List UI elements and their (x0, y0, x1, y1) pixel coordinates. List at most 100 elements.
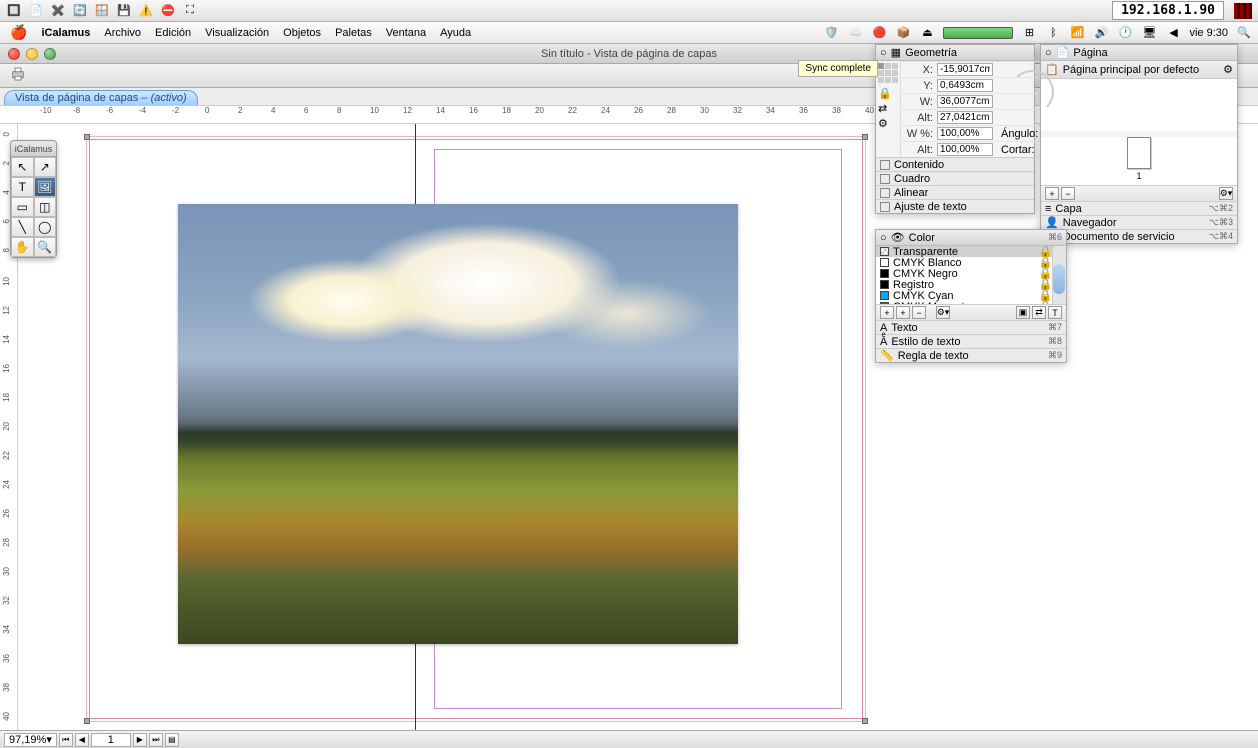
hand-tool[interactable]: ✋ (11, 237, 34, 257)
close-button[interactable] (8, 48, 20, 60)
ellipse-tool[interactable]: ◯ (34, 217, 57, 237)
w-input[interactable] (937, 95, 993, 108)
ajuste-toggle[interactable] (880, 202, 890, 212)
app-menu[interactable]: iCalamus (41, 27, 90, 39)
prev-page-button[interactable]: ◀ (75, 733, 89, 747)
spaces-icon[interactable]: ⊞ (1021, 26, 1037, 40)
first-page-button[interactable]: ⏮ (59, 733, 73, 747)
add-color-button[interactable]: + (880, 306, 894, 319)
estilo-label[interactable]: Estilo de texto (891, 336, 960, 348)
page-thumb[interactable] (1127, 137, 1151, 169)
texto-label[interactable]: Texto (891, 322, 917, 334)
cuadro-label[interactable]: Cuadro (894, 173, 930, 185)
color-row[interactable]: Registro🔒◆ (876, 279, 1066, 290)
spotlight-icon[interactable]: 🔍 (1236, 26, 1252, 40)
panel-collapse-icon[interactable]: ○ (880, 47, 887, 59)
remove-page-button[interactable]: − (1061, 187, 1075, 200)
stop-icon[interactable]: ⛔ (160, 3, 176, 19)
master-page-area[interactable] (1041, 79, 1237, 131)
new-doc-icon[interactable]: 📄 (28, 3, 44, 19)
direct-select-tool[interactable]: ↗ (34, 157, 57, 177)
anchor-grid[interactable] (878, 63, 898, 83)
settings-icon[interactable]: ✖️ (50, 3, 66, 19)
rectangle-tool[interactable]: ▭ (11, 197, 34, 217)
wifi-icon[interactable]: 📶 (1069, 26, 1085, 40)
regla-label[interactable]: Regla de texto (898, 350, 969, 362)
zoom-tool[interactable]: 🔍 (34, 237, 57, 257)
panel-gear-icon[interactable]: ⚙ (1223, 63, 1233, 76)
apple-menu[interactable]: 🍎 (10, 24, 27, 41)
windows-icon[interactable]: 🪟 (94, 3, 110, 19)
h-input[interactable] (937, 111, 993, 124)
handle-ne[interactable] (862, 134, 868, 140)
record-icon[interactable]: 🔴 (871, 26, 887, 40)
warning-icon[interactable]: ⚠️ (138, 3, 154, 19)
add2-color-button[interactable]: + (896, 306, 910, 319)
panel-collapse-icon[interactable]: ○ (880, 232, 887, 244)
y-input[interactable] (937, 79, 993, 92)
ajuste-label[interactable]: Ajuste de texto (894, 201, 967, 213)
battery-icon[interactable] (943, 27, 1013, 39)
cuadro-toggle[interactable] (880, 174, 890, 184)
zoom-button[interactable] (44, 48, 56, 60)
gear-icon[interactable]: ⚙ (878, 117, 898, 130)
hpct-input[interactable] (937, 143, 993, 156)
x-input[interactable] (937, 63, 993, 76)
clock[interactable]: vie 9:30 (1189, 27, 1228, 39)
wpct-input[interactable] (937, 127, 993, 140)
capa-label[interactable]: Capa (1055, 203, 1081, 215)
menu-ayuda[interactable]: Ayuda (440, 27, 471, 39)
bluetooth-icon[interactable]: ᛒ (1045, 26, 1061, 40)
dropbox-icon[interactable]: 📦 (895, 26, 911, 40)
rotation-dial[interactable] (1010, 70, 1054, 114)
image-tool[interactable]: 🖼 (34, 177, 57, 197)
page-gear-button[interactable]: ⚙▾ (1219, 187, 1233, 200)
color-row[interactable]: CMYK Cyan🔒◆ (876, 290, 1066, 301)
recording-icon[interactable] (1234, 3, 1252, 19)
next-page-button[interactable]: ▶ (133, 733, 147, 747)
zoom-dropdown[interactable]: 97,19% ▾ (4, 733, 57, 747)
eject-icon[interactable]: ⏏ (919, 26, 935, 40)
menu-objetos[interactable]: Objetos (283, 27, 321, 39)
fill-stroke-toggle[interactable]: ▣ (1016, 306, 1030, 319)
remove-color-button[interactable]: − (912, 306, 926, 319)
flip-icon[interactable]: ⇄ (878, 102, 898, 115)
timemachine-icon[interactable]: 🕐 (1117, 26, 1133, 40)
disk-icon[interactable]: 💾 (116, 3, 132, 19)
line-tool[interactable]: ╲ (11, 217, 34, 237)
handle-nw[interactable] (84, 134, 90, 140)
text-tool[interactable]: T (11, 177, 34, 197)
text-color-button[interactable]: T (1048, 306, 1062, 319)
alinear-toggle[interactable] (880, 188, 890, 198)
panel-collapse-icon[interactable]: ○ (1045, 47, 1052, 59)
tab-layers-view[interactable]: Vista de página de capas – (activo) (4, 90, 198, 105)
contenido-label[interactable]: Contenido (894, 159, 944, 171)
menu-archivo[interactable]: Archivo (104, 27, 141, 39)
placed-image[interactable] (178, 204, 738, 644)
handle-se[interactable] (862, 718, 868, 724)
print-icon[interactable] (8, 65, 28, 86)
last-page-button[interactable]: ⏭ (149, 733, 163, 747)
color-row[interactable]: CMYK Negro🔒◆ (876, 268, 1066, 279)
selection-tool[interactable]: ↖ (11, 157, 34, 177)
menu-paletas[interactable]: Paletas (335, 27, 372, 39)
servicio-label[interactable]: Documento de servicio (1063, 231, 1175, 243)
handle-sw[interactable] (84, 718, 90, 724)
add-page-button[interactable]: + (1045, 187, 1059, 200)
swap-button[interactable]: ⇄ (1032, 306, 1046, 319)
refresh-icon[interactable]: 🔄 (72, 3, 88, 19)
alinear-label[interactable]: Alinear (894, 187, 928, 199)
helper-icon[interactable]: 🔲 (6, 3, 22, 19)
color-scrollbar[interactable] (1052, 246, 1066, 304)
frame-tool[interactable]: ◫ (34, 197, 57, 217)
color-gear-button[interactable]: ⚙▾ (936, 306, 950, 319)
display-icon[interactable]: 🖥 (1141, 26, 1157, 40)
minimize-button[interactable] (26, 48, 38, 60)
page-field[interactable]: 1 (91, 733, 131, 747)
shield-icon[interactable]: 🛡️ (823, 26, 839, 40)
menu-ventana[interactable]: Ventana (386, 27, 426, 39)
menu-visualizacion[interactable]: Visualización (205, 27, 269, 39)
volume-icon[interactable]: 🔊 (1093, 26, 1109, 40)
play-icon[interactable]: ◀ (1165, 26, 1181, 40)
fullscreen-icon[interactable]: ⛶ (182, 3, 198, 19)
